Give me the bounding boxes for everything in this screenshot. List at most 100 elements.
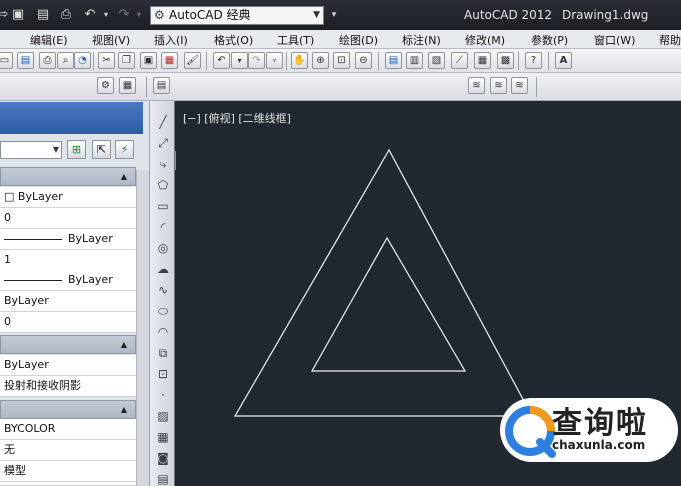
match-properties-icon[interactable]: 🖌: [184, 52, 201, 69]
property-row-partial: [0, 482, 136, 486]
menu-dimension[interactable]: 标注(N): [402, 32, 441, 48]
plot-preview-icon[interactable]: ⌕: [57, 52, 74, 69]
property-lineweight[interactable]: ByLayer: [0, 270, 136, 291]
toolbar-separator: [548, 52, 549, 70]
polyline-icon[interactable]: ⤷: [154, 155, 172, 173]
save-as-icon[interactable]: ▤: [35, 8, 51, 22]
zoom-window-icon[interactable]: ⊡: [333, 52, 350, 69]
menu-edit[interactable]: 编辑(E): [30, 32, 68, 48]
standard-toolbar: ▭ ▤ ⎙ ⌕ ◔ ✂ ❐ ▣ ▦ 🖌 ↶ ▾ ↷ ▾ ✋ ⊕ ⊡ ⊖ ▤ ▥ …: [0, 49, 681, 119]
menu-insert[interactable]: 插入(I): [154, 32, 188, 48]
inner-triangle[interactable]: [310, 236, 467, 372]
new-icon[interactable]: ▭: [0, 52, 13, 69]
palette-scrollbar[interactable]: [136, 170, 149, 486]
outer-triangle[interactable]: [233, 148, 534, 417]
redo-dropdown-icon[interactable]: ▾: [131, 8, 147, 22]
markup-icon[interactable]: ▦: [474, 52, 491, 69]
property-linetype-scale[interactable]: 1: [0, 250, 136, 271]
property-layer[interactable]: 0: [0, 208, 136, 229]
select-objects-icon[interactable]: ⇱: [92, 140, 111, 159]
cut-icon[interactable]: ✂: [98, 52, 115, 69]
property-plot-style-table[interactable]: 无: [0, 440, 136, 461]
menu-tools[interactable]: 工具(T): [277, 32, 314, 48]
arc-icon[interactable]: ◜: [154, 218, 172, 236]
workspace-settings-icon[interactable]: ⚙: [97, 77, 114, 94]
help-icon[interactable]: ?: [525, 52, 542, 69]
ellipse-icon[interactable]: ⬭: [154, 302, 172, 320]
make-block-icon[interactable]: ⊡: [154, 365, 172, 383]
undo-tool-icon[interactable]: ↶: [213, 52, 230, 69]
property-value: 无: [4, 443, 15, 456]
publish-icon[interactable]: ◔: [74, 52, 91, 69]
property-transparency[interactable]: ByLayer: [0, 291, 136, 312]
menu-window[interactable]: 窗口(W): [594, 32, 635, 48]
construction-line-icon[interactable]: ⤢: [154, 134, 172, 152]
print-icon[interactable]: ⎙: [58, 8, 74, 22]
revision-cloud-icon[interactable]: ☁: [154, 260, 172, 278]
customize-quick-access-icon[interactable]: ▾: [326, 8, 342, 22]
region-icon[interactable]: ◙: [154, 449, 172, 467]
section-3d-visualization[interactable]: ▲: [0, 335, 136, 354]
property-color[interactable]: □ ByLayer: [0, 187, 136, 208]
paste-block-icon[interactable]: ▦: [161, 52, 178, 69]
quick-select-icon[interactable]: ⚡: [115, 140, 134, 159]
spline-icon[interactable]: ∿: [154, 281, 172, 299]
plot-icon[interactable]: ⎙: [39, 52, 56, 69]
pan-icon[interactable]: ✋: [291, 52, 308, 69]
menu-help[interactable]: 帮助: [659, 32, 681, 48]
circle-icon[interactable]: ◎: [154, 239, 172, 257]
undo-icon[interactable]: ↶: [82, 8, 98, 22]
design-center-icon[interactable]: ▥: [406, 52, 423, 69]
layer-manager-icon[interactable]: ▤: [153, 77, 170, 94]
menu-draw[interactable]: 绘图(D): [339, 32, 378, 48]
property-material[interactable]: ByLayer: [0, 355, 136, 376]
property-thickness[interactable]: 0: [0, 312, 136, 333]
selection-combo[interactable]: ▼: [0, 141, 62, 159]
polygon-icon[interactable]: ⬠: [154, 176, 172, 194]
property-plot-style[interactable]: BYCOLOR: [0, 419, 136, 440]
line-icon[interactable]: ╱: [154, 113, 172, 131]
collapse-icon: ▲: [120, 340, 127, 349]
zoom-previous-icon[interactable]: ⊖: [355, 52, 372, 69]
properties-icon[interactable]: ▤: [385, 52, 402, 69]
menu-view[interactable]: 视图(V): [92, 32, 130, 48]
workspace-combo[interactable]: ⚙ AutoCAD 经典 ▼: [150, 6, 324, 25]
property-shadow[interactable]: 投射和接收阴影: [0, 376, 136, 397]
ellipse-arc-icon[interactable]: ◠: [154, 323, 172, 341]
swatch-icon: □: [4, 190, 15, 203]
copy-icon[interactable]: ❐: [118, 52, 135, 69]
property-linetype[interactable]: ByLayer: [0, 229, 136, 250]
tool-palettes-icon[interactable]: ▧: [428, 52, 445, 69]
open-file-icon[interactable]: ▤: [17, 52, 34, 69]
redo-icon[interactable]: ↷: [116, 8, 132, 22]
hatch-icon[interactable]: ▨: [154, 407, 172, 425]
layer-previous-icon[interactable]: ≋: [490, 77, 507, 94]
gradient-icon[interactable]: ▦: [154, 428, 172, 446]
table-icon[interactable]: ▤: [154, 470, 172, 486]
rectangle-icon[interactable]: ▭: [154, 197, 172, 215]
text-style-icon[interactable]: A: [555, 52, 572, 69]
menu-format[interactable]: 格式(O): [214, 32, 253, 48]
redo-tool-icon[interactable]: ↷: [248, 52, 265, 69]
property-plot-space[interactable]: 模型: [0, 461, 136, 482]
layer-state-icon[interactable]: ≋: [511, 77, 528, 94]
chevron-down-icon: ▼: [313, 10, 320, 20]
toggle-pickadd-icon[interactable]: ⊞: [67, 140, 86, 159]
sheet-set-icon[interactable]: ⟋: [451, 52, 468, 69]
redo-list-icon[interactable]: ▾: [266, 52, 283, 69]
quickcalc-icon[interactable]: ▩: [497, 52, 514, 69]
save-icon[interactable]: ▣: [10, 8, 26, 22]
workspace-toolbar-icon[interactable]: ▦: [119, 77, 136, 94]
insert-block-icon[interactable]: ⧉: [154, 344, 172, 362]
point-icon[interactable]: ·: [154, 386, 172, 404]
zoom-realtime-icon[interactable]: ⊕: [312, 52, 329, 69]
undo-dropdown-icon[interactable]: ▾: [98, 8, 114, 22]
section-general[interactable]: ▲: [0, 167, 136, 186]
menu-parametric[interactable]: 参数(P): [531, 32, 568, 48]
watermark: 查询啦 chaxunla.com: [494, 390, 681, 470]
section-plot-style[interactable]: ▲: [0, 400, 136, 419]
menu-modify[interactable]: 修改(M): [465, 32, 505, 48]
undo-list-icon[interactable]: ▾: [231, 52, 248, 69]
make-current-layer-icon[interactable]: ≋: [468, 77, 485, 94]
paste-icon[interactable]: ▣: [140, 52, 157, 69]
